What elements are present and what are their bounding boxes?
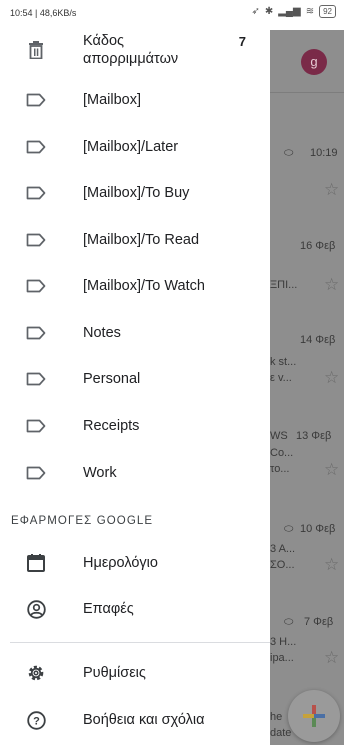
inbox-row-snippet: το... <box>270 463 290 475</box>
drawer-item-help[interactable]: ? Βοήθεια και σχόλια <box>0 697 270 743</box>
bluetooth-icon: ✱ <box>264 6 274 17</box>
google-apps-header: ΕΦΑΡΜΟΓΕΣ GOOGLE <box>11 515 154 527</box>
drawer-item-work[interactable]: Work <box>0 450 270 496</box>
drawer-item-settings[interactable]: Ρυθμίσεις <box>0 650 270 696</box>
drawer-item-calendar[interactable]: Ημερολόγιο <box>0 540 270 586</box>
drawer-item-label: [Mailbox]/To Watch <box>83 278 205 294</box>
inbox-row-snippet: date <box>270 727 292 739</box>
divider <box>10 642 270 643</box>
divider <box>270 92 344 93</box>
inbox-row-snippet: ε v... <box>270 372 292 384</box>
inbox-row-snippet: ΣO... <box>270 559 295 571</box>
trash-icon <box>25 39 47 61</box>
status-icons: ➶ ✱ ▂▄▆ ≋ 92 <box>251 5 336 18</box>
drawer-item-trash[interactable]: Κάδος απορριμμάτων 7 <box>0 30 270 70</box>
avatar[interactable]: g <box>301 49 327 75</box>
drawer-item-personal[interactable]: Personal <box>0 356 270 402</box>
inbox-background[interactable]: g ⬭ 10:19 ☆ 16 Φεβ ΞΠΙ... ☆ 14 Φεβ k st.… <box>270 30 344 745</box>
drawer-item-label: [Mailbox]/To Read <box>83 232 200 248</box>
inbox-row-sender: WS <box>270 430 288 442</box>
drawer-item-contacts[interactable]: Επαφές <box>0 586 270 632</box>
inbox-row-snippet: 3 H... <box>270 636 297 648</box>
navigation-drawer: Κάδος απορριμμάτων 7 [Mailbox] [Mailbox]… <box>0 30 270 745</box>
label-icon <box>25 415 47 437</box>
drawer-item-mailbox[interactable]: [Mailbox] <box>0 77 270 123</box>
inbox-row-date: 10:19 <box>310 147 338 159</box>
inbox-row-date: 10 Φεβ <box>300 523 336 535</box>
label-icon <box>25 136 47 158</box>
compose-button[interactable] <box>288 690 340 742</box>
star-icon[interactable]: ☆ <box>324 275 339 295</box>
label-icon: ⬭ <box>284 523 294 535</box>
drawer-item-label: Επαφές <box>83 601 134 617</box>
label-icon <box>25 275 47 297</box>
inbox-row-snippet: 3 A... <box>270 543 296 555</box>
drawer-item-mailbox-to-watch[interactable]: [Mailbox]/To Watch <box>0 263 270 309</box>
inbox-row-snippet: k st... <box>270 356 297 368</box>
label-icon: ⬭ <box>284 147 294 159</box>
label-icon <box>25 368 47 390</box>
drawer-item-mailbox-to-read[interactable]: [Mailbox]/To Read <box>0 217 270 263</box>
drawer-item-label: Work <box>83 465 117 481</box>
inbox-row-snippet: ΞΠΙ... <box>270 279 298 291</box>
star-icon[interactable]: ☆ <box>324 555 339 575</box>
drawer-item-label: Βοήθεια και σχόλια <box>83 712 205 728</box>
drawer-item-receipts[interactable]: Receipts <box>0 403 270 449</box>
inbox-row-date: 16 Φεβ <box>300 240 336 252</box>
inbox-row-snippet: Co... <box>270 447 294 459</box>
drawer-item-label: Ημερολόγιο <box>83 555 158 571</box>
label-icon <box>25 229 47 251</box>
battery-icon: 92 <box>319 5 336 18</box>
label-icon <box>25 89 47 111</box>
drawer-item-label: Personal <box>83 371 141 387</box>
star-icon[interactable]: ☆ <box>324 368 339 388</box>
drawer-item-label: [Mailbox]/To Buy <box>83 185 190 201</box>
inbox-top-bar: g <box>270 30 344 92</box>
drawer-item-mailbox-to-buy[interactable]: [Mailbox]/To Buy <box>0 170 270 216</box>
drawer-item-label: Notes <box>83 325 121 341</box>
label-icon: ⬭ <box>284 616 294 628</box>
calendar-icon <box>25 552 47 574</box>
trash-label-line1: Κάδος <box>83 33 125 49</box>
label-icon <box>25 322 47 344</box>
svg-text:?: ? <box>33 715 40 727</box>
status-time-speed: 10:54 | 48,6KB/s <box>10 8 77 18</box>
label-icon <box>25 462 47 484</box>
inbox-row-snippet: ipa... <box>270 652 294 664</box>
star-icon[interactable]: ☆ <box>324 648 339 668</box>
contacts-icon <box>25 598 47 620</box>
drawer-item-label: [Mailbox] <box>83 92 142 108</box>
help-icon: ? <box>25 709 47 731</box>
inbox-row-date: 14 Φεβ <box>300 334 336 346</box>
location-icon: ➶ <box>251 6 260 17</box>
inbox-row-snippet: he <box>270 711 283 723</box>
trash-count: 7 <box>238 34 246 49</box>
drawer-item-label: Ρυθμίσεις <box>83 665 146 681</box>
gear-icon <box>25 662 47 684</box>
star-icon[interactable]: ☆ <box>324 460 339 480</box>
drawer-item-label: Κάδος απορριμμάτων <box>83 32 178 68</box>
label-icon <box>25 182 47 204</box>
drawer-item-label: [Mailbox]/Later <box>83 139 179 155</box>
wifi-icon: ≋ <box>305 6 315 17</box>
plus-icon <box>303 705 325 727</box>
inbox-row-date: 13 Φεβ <box>296 430 332 442</box>
drawer-item-label: Receipts <box>83 418 140 434</box>
signal-icon: ▂▄▆ <box>278 6 301 17</box>
star-icon[interactable]: ☆ <box>324 180 339 200</box>
drawer-item-notes[interactable]: Notes <box>0 310 270 356</box>
status-bar: 10:54 | 48,6KB/s ➶ ✱ ▂▄▆ ≋ 92 <box>0 0 344 30</box>
trash-label-line2: απορριμμάτων <box>83 51 179 67</box>
drawer-item-mailbox-later[interactable]: [Mailbox]/Later <box>0 124 270 170</box>
inbox-row-date: 7 Φεβ <box>304 616 334 628</box>
